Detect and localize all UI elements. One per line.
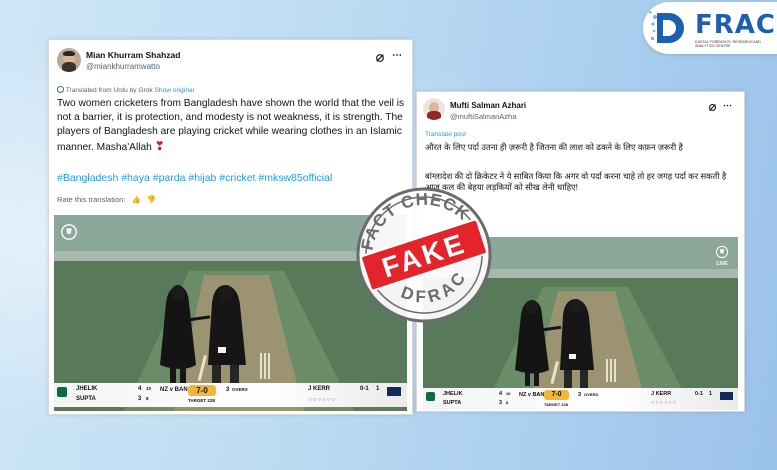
avatar[interactable]	[57, 48, 81, 72]
author-name[interactable]: Mian Khurram Shahzad	[86, 50, 180, 60]
target-label: TARGET 228	[188, 398, 215, 403]
translation-row: Translated from Urdu by Grok Show origin…	[57, 86, 194, 94]
teams-label: NZ v BAN	[519, 392, 545, 398]
heart-icon: ❣	[154, 139, 165, 154]
logo-tagline: DIGITAL FORENSICS, RESEARCH AND ANALYTIC…	[695, 40, 761, 48]
grok-icon[interactable]	[375, 53, 385, 63]
batter1-runs: 4	[499, 391, 503, 397]
avatar[interactable]	[423, 98, 445, 120]
scoreboard: JHELIK SUPTA 4 10 3 8 NZ v BAN 7-0 3 OVE…	[423, 388, 738, 410]
batter1-name: JHELIK	[76, 386, 98, 392]
scoreboard: JHELIK SUPTA 4 10 3 8 NZ v BAN 7-0 3 OVE…	[54, 383, 407, 407]
team-flag	[426, 392, 435, 401]
author-handle[interactable]: @muftiSalmanAzha	[450, 112, 516, 121]
translate-post-link[interactable]: Translate post	[425, 131, 466, 138]
batter1-runs: 4	[138, 386, 142, 392]
world-cup-logo-icon	[61, 224, 77, 240]
overs-label: OVERS	[584, 392, 599, 397]
bowler-name: J KERR	[651, 391, 672, 397]
batter2-name: SUPTA	[443, 400, 462, 406]
overs-label: OVERS	[232, 387, 248, 392]
grok-small-icon	[57, 86, 64, 93]
author-handle[interactable]: @miankhurramwatto	[86, 62, 160, 71]
opponent-flag	[720, 392, 733, 400]
grok-icon[interactable]	[708, 103, 717, 112]
overs-value: 3	[226, 387, 230, 393]
author-name[interactable]: Mufti Salman Azhari	[450, 101, 526, 110]
dfrac-logo-mark-icon	[649, 11, 684, 43]
bowler-overs: 1	[709, 391, 713, 397]
opponent-flag	[387, 387, 401, 396]
world-cup-logo-icon	[715, 245, 729, 259]
more-dots-icon[interactable]: ⋯	[392, 50, 403, 61]
translation-label: Translated from Urdu by Grok	[65, 87, 153, 94]
rate-label: Rate this translation:	[57, 195, 126, 204]
bowler-figures: 0-1	[695, 391, 703, 397]
bowler-name: J KERR	[308, 386, 331, 392]
fact-check-fake-stamp: FACT CHECK DFRAC FAKE	[349, 180, 492, 323]
target-label: TARGET 228	[544, 402, 568, 407]
batter2-runs: 3	[138, 396, 142, 402]
batter1-name: JHELIK	[443, 391, 463, 397]
thumbs-up-icon[interactable]: 👍	[131, 195, 140, 204]
batter1-balls: 10	[506, 391, 511, 396]
bowler-overs: 1	[376, 386, 380, 392]
batter2-runs: 3	[499, 400, 503, 406]
logo-text: FRAC	[695, 10, 776, 40]
overs-value: 3	[578, 392, 582, 398]
bowler-figures: 0-1	[360, 386, 369, 392]
tweet-text: Two women cricketers from Bangladesh hav…	[57, 98, 405, 154]
tweet-text-line1: औरत के लिए पर्दा उतना ही ज़रूरी है जितना…	[425, 142, 683, 152]
batter2-balls: 8	[146, 396, 149, 401]
thumbs-down-icon[interactable]: 👎	[147, 195, 156, 204]
batter1-balls: 10	[146, 386, 152, 391]
hashtags[interactable]: #Bangladesh #haya #parda #hijab #cricket…	[57, 172, 332, 184]
batter2-balls: 8	[506, 400, 509, 405]
batter2-name: SUPTA	[76, 396, 96, 402]
score: 7-0	[544, 390, 569, 400]
score: 7-0	[188, 385, 216, 396]
dfrac-logo: FRAC DIGITAL FORENSICS, RESEARCH AND ANA…	[643, 2, 777, 54]
rate-translation-row: Rate this translation: 👍 👎	[57, 195, 156, 204]
ball-tracker: ○○○○○○	[651, 400, 677, 406]
live-badge: LIVE	[716, 261, 728, 267]
ball-tracker: ○○○○○○	[308, 397, 336, 403]
more-dots-icon[interactable]: ⋯	[723, 100, 733, 111]
show-original-link[interactable]: Show original	[155, 87, 195, 94]
teams-label: NZ v BAN	[160, 387, 188, 393]
team-flag	[57, 387, 67, 397]
